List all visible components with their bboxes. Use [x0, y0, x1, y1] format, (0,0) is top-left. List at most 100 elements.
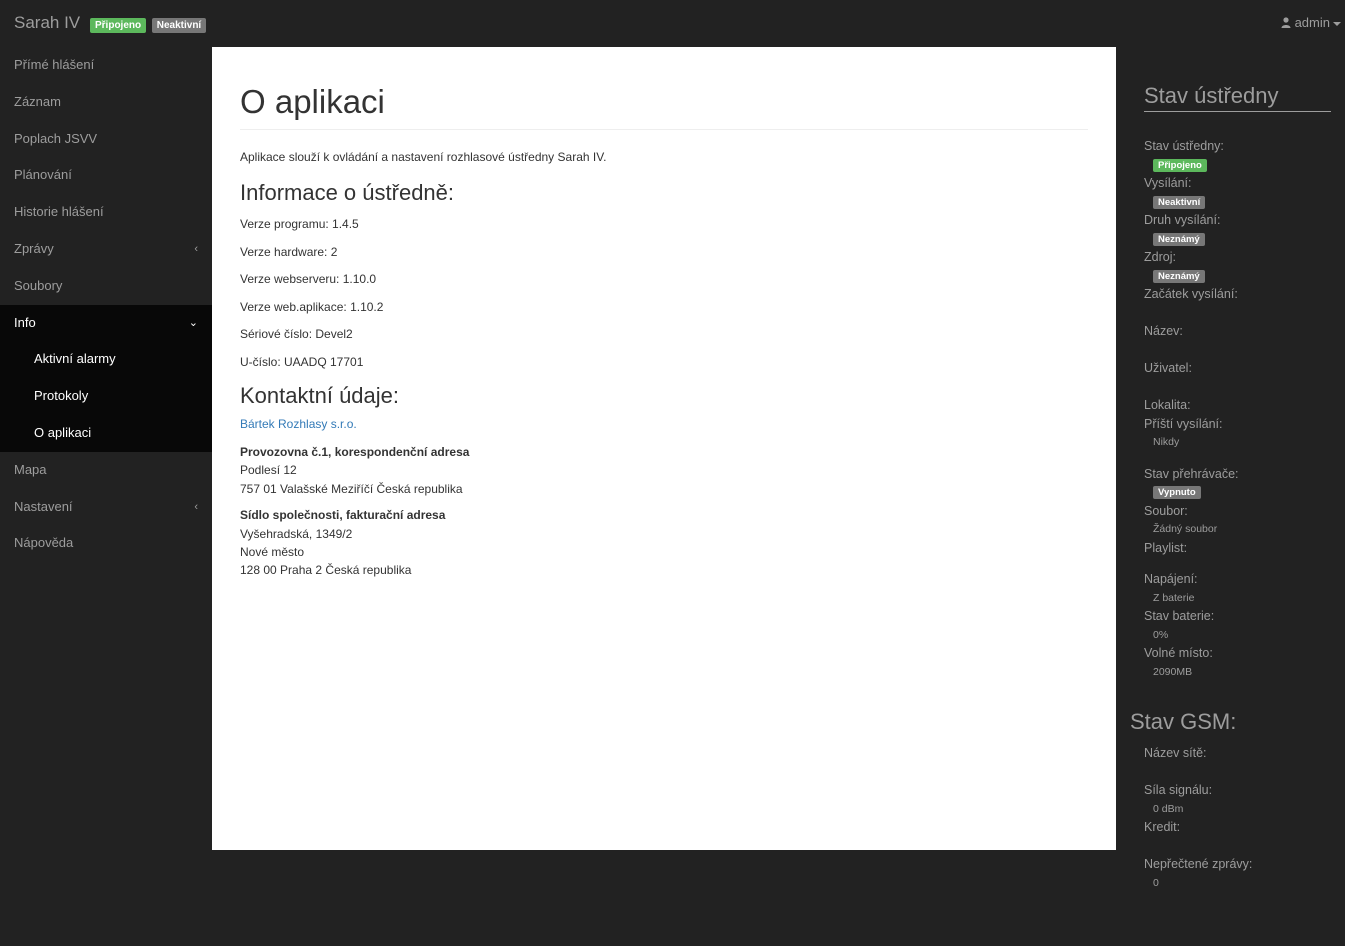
credit-label: Kredit: — [1144, 820, 1181, 834]
info-line: Verze hardware: 2 — [240, 244, 338, 259]
playlist-label: Playlist: — [1144, 540, 1188, 555]
name-label: Název: — [1144, 324, 1183, 338]
sidebar-item-label: Aktivní alarmy — [34, 351, 116, 367]
info-submenu: Aktivní alarmy Protokoly O aplikaci — [0, 341, 212, 452]
info-line: Verze programu: 1.4.5 — [240, 217, 359, 231]
app-brand[interactable]: Sarah IV — [14, 13, 80, 33]
user-label: Uživatel: — [1144, 361, 1192, 375]
power-value: Z baterie — [1153, 591, 1195, 604]
sidebar-item-label: Protokoly — [34, 388, 89, 404]
broadcast-label: Vysílání: — [1144, 176, 1192, 190]
sidebar-item-label: Nápověda — [14, 535, 74, 551]
chevron-down-icon: ⌄ — [188, 316, 198, 329]
sidebar-item-label: Historie hlášení — [14, 204, 104, 220]
sidebar-item-o-aplikaci[interactable]: O aplikaci — [0, 415, 212, 452]
inactive-badge: Neaktivní — [151, 18, 207, 33]
status-badge: Vypnuto — [1153, 486, 1201, 499]
company-link[interactable]: Bártek Rozhlasy s.r.o. — [240, 417, 1088, 431]
sidebar-item-poplach-jsvv[interactable]: Poplach JSVV — [0, 121, 212, 158]
user-menu[interactable]: admin — [1281, 15, 1341, 30]
status-badge: Neaktivní — [1153, 195, 1206, 209]
signal-label: Síla signálu: — [1144, 783, 1213, 797]
location-label: Lokalita: — [1144, 398, 1191, 412]
info-line: Verze webserveru: 1.10.0 — [240, 272, 377, 286]
user-name: admin — [1294, 15, 1330, 30]
sidebar-item-soubory[interactable]: Soubory — [0, 268, 212, 305]
sidebar-item-zpravy[interactable]: Zprávy ‹ — [0, 231, 212, 268]
name-value — [1144, 341, 1344, 360]
sidebar-item-label: O aplikaci — [34, 424, 92, 440]
gsm-title: Stav GSM: — [1130, 709, 1237, 734]
sidebar: Přímé hlášení Záznam Poplach JSVV Plánov… — [0, 47, 212, 946]
address-title: Sídlo společnosti, fakturační adresa — [240, 508, 446, 523]
contact-heading: Kontaktní údaje: — [240, 383, 400, 408]
player-state-label: Stav přehrávače: — [1144, 466, 1239, 481]
info-line: U-číslo: UAADQ 17701 — [240, 354, 364, 369]
credit-value — [1144, 837, 1344, 856]
status-panel: Stav ústředny Stav ústředny: Připojeno V… — [1116, 47, 1345, 946]
chevron-down-icon — [1333, 21, 1341, 26]
page-title: O aplikaci — [240, 83, 1088, 130]
file-value: Žádný soubor — [1153, 523, 1218, 535]
intro-text: Aplikace slouží k ovládání a nastavení r… — [240, 150, 607, 164]
address-line: Podlesí 12 — [240, 463, 297, 478]
address-branch: Provozovna č.1, korespondenční adresa Po… — [240, 443, 1088, 498]
sidebar-item-historie-hlaseni[interactable]: Historie hlášení — [0, 194, 212, 231]
status-title: Stav ústředny — [1144, 83, 1331, 112]
status-badge: Neznámý — [1153, 269, 1205, 283]
sidebar-item-label: Zprávy — [14, 240, 54, 256]
info-heading: Informace o ústředně: — [240, 180, 455, 205]
address-line: Nové město — [240, 545, 305, 560]
connected-badge: Připojeno — [90, 18, 147, 33]
broadcast-start-label: Začátek vysílání: — [1144, 287, 1238, 301]
broadcast-type-value: Neznámý — [1144, 230, 1344, 249]
sidebar-item-label: Mapa — [14, 461, 47, 477]
battery-value: 0% — [1153, 628, 1169, 641]
sidebar-item-napoveda[interactable]: Nápověda — [0, 525, 212, 562]
sidebar-item-protokoly[interactable]: Protokoly — [0, 378, 212, 415]
chevron-left-icon: ‹ — [194, 500, 198, 513]
status-value: Připojeno — [1144, 156, 1344, 175]
sidebar-item-mapa[interactable]: Mapa — [0, 452, 212, 489]
status-list: Stav ústředny: Připojeno Vysílání: Neakt… — [1144, 137, 1344, 681]
address-line: 757 01 Valašské Meziříčí Česká republika — [240, 481, 463, 496]
main-content: O aplikaci Aplikace slouží k ovládání a … — [212, 47, 1116, 850]
next-broadcast-value: Nikdy — [1153, 436, 1180, 448]
nav-status-badges: Připojeno Neaktivní — [90, 16, 208, 33]
status-badge: Připojeno — [1153, 158, 1207, 172]
file-label: Soubor: — [1144, 503, 1188, 518]
top-navbar: Sarah IV Připojeno Neaktivní admin — [0, 0, 1345, 47]
sidebar-item-zaznam[interactable]: Záznam — [0, 84, 212, 121]
address-line: Vyšehradská, 1349/2 — [240, 526, 353, 541]
network-name-label: Název sítě: — [1144, 746, 1207, 760]
sidebar-item-planovani[interactable]: Plánování — [0, 157, 212, 194]
playlist-value — [1144, 557, 1344, 570]
source-value: Neznámý — [1144, 267, 1344, 286]
broadcast-start-value — [1144, 304, 1344, 323]
battery-label: Stav baterie: — [1144, 609, 1215, 623]
broadcast-value: Neaktivní — [1144, 193, 1344, 212]
gsm-list: Název sítě: Síla signálu: 0 dBm Kredit: … — [1144, 744, 1344, 892]
address-title: Provozovna č.1, korespondenční adresa — [240, 445, 470, 459]
signal-value: 0 dBm — [1153, 802, 1184, 815]
info-line: Sériové číslo: Devel2 — [240, 327, 353, 341]
sidebar-item-label: Poplach JSVV — [14, 130, 98, 146]
address-headquarters: Sídlo společnosti, fakturační adresa Vyš… — [240, 506, 1088, 580]
broadcast-type-label: Druh vysílání: — [1144, 213, 1221, 227]
sidebar-item-aktivni-alarmy[interactable]: Aktivní alarmy — [0, 341, 212, 378]
next-broadcast-label: Příští vysílání: — [1144, 416, 1223, 431]
sidebar-item-label: Nastavení — [14, 498, 73, 514]
user-value — [1144, 378, 1344, 397]
address-line: 128 00 Praha 2 Česká republika — [240, 563, 412, 578]
sidebar-item-nastaveni[interactable]: Nastavení ‹ — [0, 489, 212, 526]
sidebar-item-label: Info — [14, 314, 36, 330]
sidebar-item-prime-hlaseni[interactable]: Přímé hlášení — [0, 47, 212, 84]
source-label: Zdroj: — [1144, 250, 1176, 264]
status-badge: Neznámý — [1153, 232, 1205, 246]
sidebar-item-label: Soubory — [14, 277, 63, 293]
sidebar-item-label: Přímé hlášení — [14, 57, 95, 72]
sidebar-item-info[interactable]: Info ⌄ — [0, 304, 212, 342]
sidebar-item-label: Plánování — [14, 167, 72, 183]
free-space-value: 2090MB — [1153, 665, 1193, 678]
